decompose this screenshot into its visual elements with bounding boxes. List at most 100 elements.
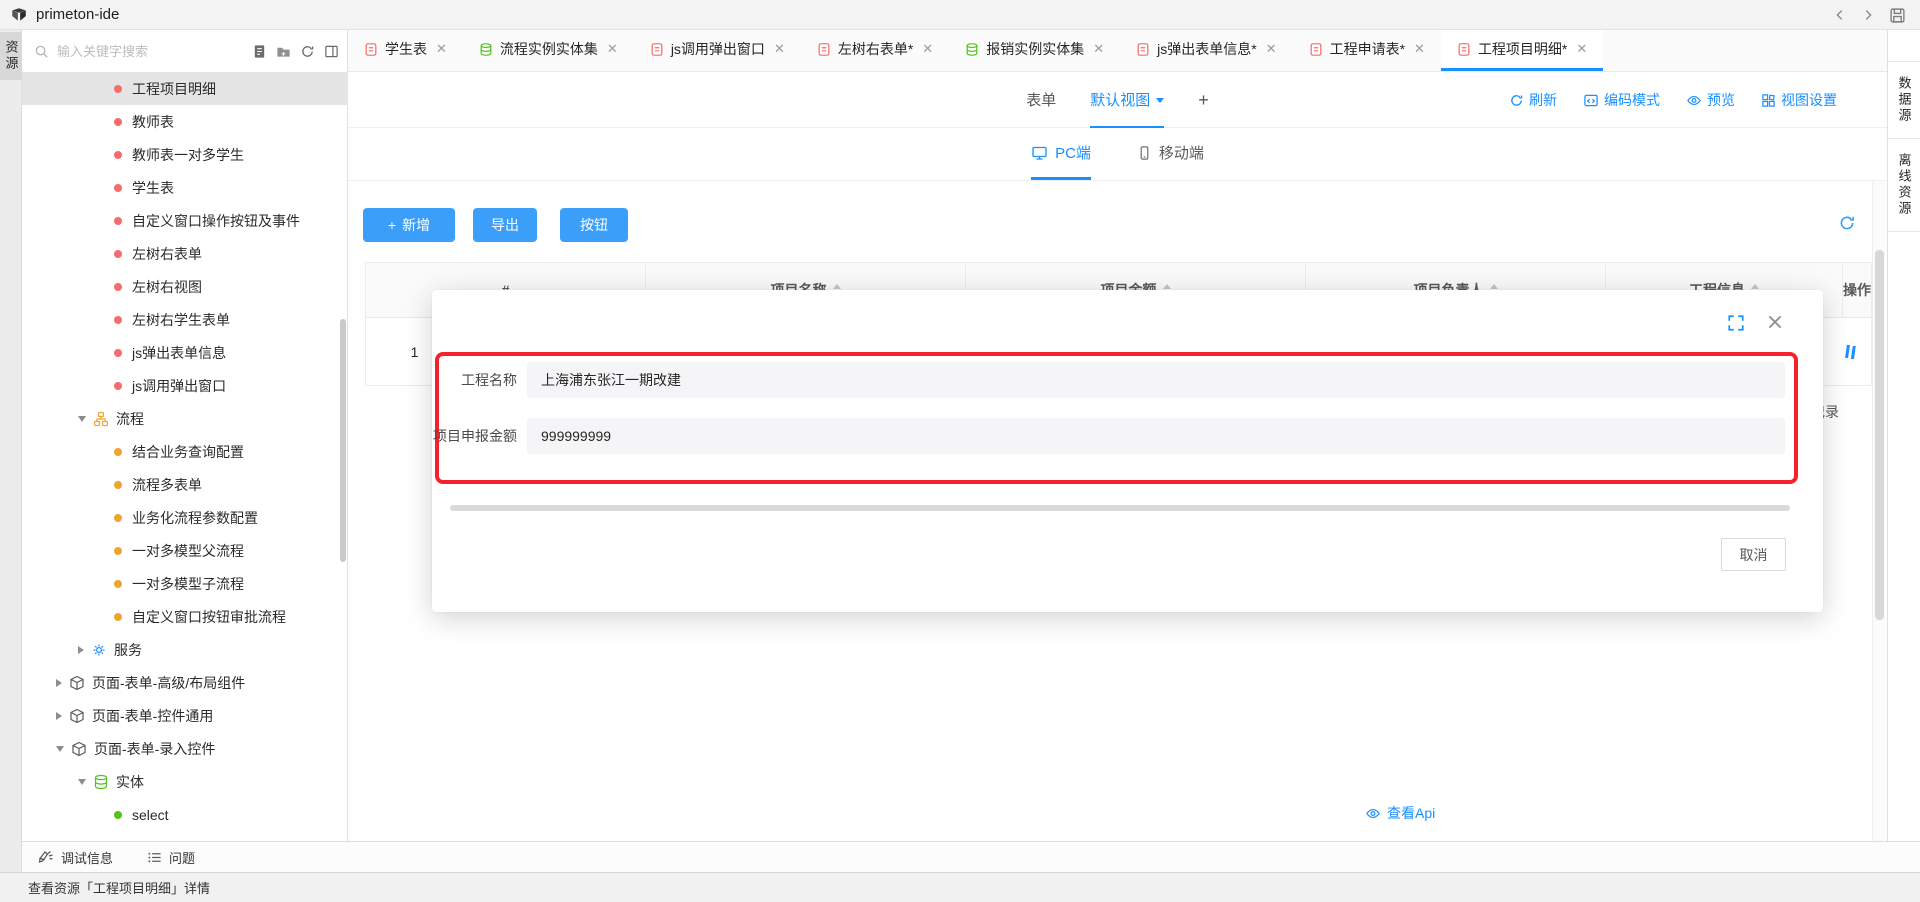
tab-close-icon[interactable]: ✕ — [436, 41, 447, 57]
editor-tab[interactable]: 左树右表单* ✕ — [801, 30, 949, 71]
fullscreen-icon[interactable] — [1727, 314, 1745, 332]
device-switch-row: PC端 移动端 — [348, 128, 1887, 181]
tree-item[interactable]: 左树右视图 — [22, 270, 348, 303]
code-mode-button[interactable]: 编码模式 — [1583, 90, 1660, 110]
tab-label: js弹出表单信息* — [1157, 39, 1257, 59]
tree-item[interactable]: 流程多表单 — [22, 468, 348, 501]
tree-item[interactable]: 学生表 — [22, 171, 348, 204]
tree-dot-icon — [114, 613, 122, 621]
view-settings-button[interactable]: 视图设置 — [1761, 90, 1837, 110]
tree-item-label: 页面-表单-高级/布局组件 — [92, 673, 245, 693]
close-icon[interactable] — [1765, 312, 1785, 332]
save-icon[interactable] — [1889, 7, 1906, 24]
tree-item[interactable]: 实体 — [22, 765, 348, 798]
resource-sidebar: 工程项目明细 教师表 — [22, 30, 348, 841]
tree-item[interactable]: js弹出表单信息 — [22, 336, 348, 369]
tab-label: 报销实例实体集 — [986, 39, 1084, 59]
tree-item[interactable]: 左树右学生表单 — [22, 303, 348, 336]
tree-item[interactable]: select — [22, 798, 348, 831]
tree-caret-icon[interactable] — [78, 646, 84, 654]
refresh-button[interactable]: 刷新 — [1509, 90, 1557, 110]
custom-button[interactable]: 按钮 — [560, 208, 628, 242]
refresh-tree-icon[interactable] — [300, 44, 315, 59]
editor-tab[interactable]: 流程实例实体集 ✕ — [463, 30, 634, 71]
problems-button[interactable]: 问题 — [147, 848, 195, 867]
tree-item[interactable]: 工程项目明细 — [22, 72, 348, 105]
tree-item[interactable]: 教师表 — [22, 105, 348, 138]
tab-close-icon[interactable]: ✕ — [922, 41, 933, 57]
tree-item[interactable]: 业务化流程参数配置 — [22, 501, 348, 534]
canvas-scrollbar-thumb[interactable] — [1875, 250, 1884, 620]
tree-item[interactable]: 左树右表单 — [22, 237, 348, 270]
strip-resources-tab[interactable]: 资源 — [0, 32, 22, 80]
history-forward-icon[interactable] — [1861, 8, 1875, 22]
strip-datasource-tab[interactable]: 数据源 — [1888, 62, 1920, 139]
tree-item[interactable]: 页面-表单-录入控件 — [22, 732, 348, 765]
tree-item-label: js弹出表单信息 — [132, 343, 226, 363]
editor-tab[interactable]: 工程项目明细* ✕ — [1441, 30, 1603, 71]
modal-horizontal-scrollbar[interactable] — [450, 505, 1790, 511]
export-button[interactable]: 导出 — [473, 208, 537, 242]
search-input[interactable] — [57, 44, 207, 59]
locate-file-icon[interactable] — [252, 44, 267, 59]
tree-item[interactable]: 一对多模型子流程 — [22, 567, 348, 600]
tree-item[interactable]: 一对多模型父流程 — [22, 534, 348, 567]
tree-caret-icon[interactable] — [56, 712, 62, 720]
tree-item-label: 结合业务查询配置 — [132, 442, 244, 462]
tab-close-icon[interactable]: ✕ — [1266, 41, 1277, 57]
sidebar-scrollbar[interactable] — [340, 319, 346, 562]
editor-tab[interactable]: js弹出表单信息* ✕ — [1120, 30, 1292, 71]
tree-item[interactable]: 自定义窗口操作按钮及事件 — [22, 204, 348, 237]
canvas-scrollbar-track — [1872, 181, 1885, 841]
tree-item[interactable]: js调用弹出窗口 — [22, 369, 348, 402]
tree-dot-icon — [114, 217, 122, 225]
tab-label: js调用弹出窗口 — [671, 39, 765, 59]
tab-close-icon[interactable]: ✕ — [607, 41, 618, 57]
tab-close-icon[interactable]: ✕ — [774, 41, 785, 57]
tree-item[interactable]: 自定义窗口按钮审批流程 — [22, 600, 348, 633]
tree-item[interactable]: 流程 — [22, 402, 348, 435]
tree-caret-icon[interactable] — [56, 746, 64, 752]
tree-item[interactable]: 页面-表单-控件通用 — [22, 699, 348, 732]
project-name-field[interactable]: 上海浦东张江一期改建 — [527, 362, 1785, 398]
preview-button[interactable]: 预览 — [1686, 90, 1735, 110]
editor-tab[interactable]: 工程申请表* ✕ — [1293, 30, 1441, 71]
flow-icon — [93, 411, 109, 427]
add-button[interactable]: +新增 — [363, 208, 455, 242]
tree-item[interactable]: 教师表一对多学生 — [22, 138, 348, 171]
column-label: 操作 — [1843, 280, 1871, 300]
tree-caret-icon[interactable] — [78, 779, 86, 785]
tab-close-icon[interactable]: ✕ — [1576, 41, 1587, 57]
tree-item[interactable]: 结合业务查询配置 — [22, 435, 348, 468]
new-folder-icon[interactable] — [276, 44, 291, 59]
tree-item[interactable]: 服务 — [22, 633, 348, 666]
cancel-button[interactable]: 取消 — [1721, 538, 1786, 571]
tree-caret-icon[interactable] — [78, 416, 86, 422]
tab-mobile[interactable]: 移动端 — [1137, 128, 1204, 180]
sidebar-search-row — [22, 30, 347, 72]
add-view-button[interactable]: + — [1198, 90, 1209, 111]
tree-item-label: 左树右学生表单 — [132, 310, 230, 330]
bottom-panel-bar: 调试信息 问题 — [22, 841, 1920, 872]
tab-label: 流程实例实体集 — [500, 39, 598, 59]
editor-tab[interactable]: 学生表 ✕ — [348, 30, 463, 71]
tab-form[interactable]: 表单 — [1026, 72, 1056, 128]
tab-close-icon[interactable]: ✕ — [1093, 41, 1104, 57]
tab-close-icon[interactable]: ✕ — [1414, 41, 1425, 57]
view-api-link[interactable]: 查看Api — [1365, 803, 1435, 823]
strip-offline-resources-tab[interactable]: 离线资源 — [1888, 139, 1920, 232]
tab-pc[interactable]: PC端 — [1031, 128, 1091, 180]
collapse-panel-icon[interactable] — [324, 44, 339, 59]
editor-tab[interactable]: 报销实例实体集 ✕ — [949, 30, 1120, 71]
history-back-icon[interactable] — [1833, 8, 1847, 22]
tab-default-view[interactable]: 默认视图 — [1090, 72, 1164, 128]
chevron-down-icon — [1156, 98, 1164, 103]
declared-amount-field[interactable]: 999999999 — [527, 418, 1785, 454]
debug-info-button[interactable]: 调试信息 — [38, 848, 113, 867]
tree-caret-icon[interactable] — [56, 679, 62, 687]
grid-header-cell[interactable]: 操作 — [1843, 263, 1871, 317]
grid-refresh-icon[interactable] — [1838, 214, 1856, 232]
tree-item[interactable]: 页面-表单-高级/布局组件 — [22, 666, 348, 699]
editor-tab[interactable]: js调用弹出窗口 ✕ — [634, 30, 801, 71]
refresh-icon — [1509, 93, 1524, 108]
